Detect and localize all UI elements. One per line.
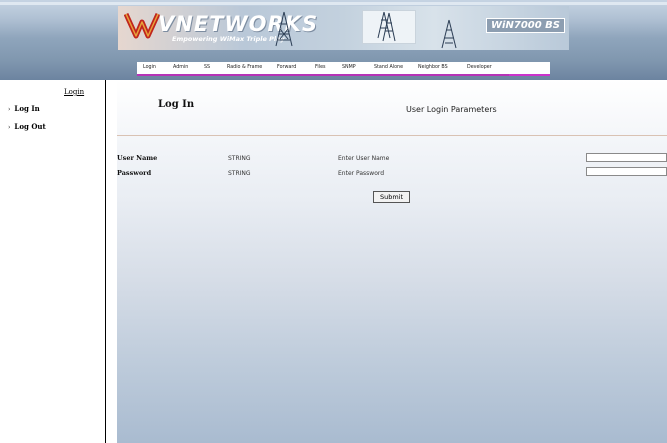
page-title: Log In xyxy=(158,99,195,110)
banner: VNETWORKS Empowering WiMax Triple Play W… xyxy=(118,6,569,50)
sidebar-item-label: Log In xyxy=(14,104,40,113)
username-label: User Name xyxy=(117,154,158,162)
password-type: STRING xyxy=(228,170,251,177)
nav-snmp[interactable]: SNMP xyxy=(342,65,356,70)
username-hint: Enter User Name xyxy=(338,155,390,162)
password-hint: Enter Password xyxy=(338,170,385,177)
nav-files[interactable]: Files xyxy=(315,65,326,70)
chevron-right-icon: › xyxy=(8,106,11,113)
logo-tagline: Empowering WiMax Triple Play xyxy=(172,35,285,43)
divider xyxy=(117,135,667,136)
product-label: WiN7000 BS xyxy=(486,18,565,33)
sidebar-title-link[interactable]: Login xyxy=(64,88,84,96)
page-subtitle: User Login Parameters xyxy=(406,105,497,114)
logo-wave-icon xyxy=(124,12,160,39)
nav-forward[interactable]: Forward xyxy=(277,65,296,70)
header-band: VNETWORKS Empowering WiMax Triple Play W… xyxy=(0,0,667,80)
sidebar: Login › Log In › Log Out xyxy=(0,80,106,443)
sidebar-item-label: Log Out xyxy=(14,122,46,131)
tower-icon xyxy=(275,11,293,47)
sidebar-item-log-out[interactable]: › Log Out xyxy=(8,122,46,131)
chevron-right-icon: › xyxy=(8,124,11,131)
nav-admin[interactable]: Admin xyxy=(173,65,188,70)
nav-developer[interactable]: Developer xyxy=(467,65,492,70)
password-label: Password xyxy=(117,169,152,177)
nav-accent-bar xyxy=(509,74,550,76)
top-nav: Login Admin SS Radio & Frame Forward Fil… xyxy=(137,62,550,76)
username-type: STRING xyxy=(228,155,251,162)
password-input[interactable] xyxy=(586,167,667,176)
nav-accent-bar xyxy=(137,74,550,76)
nav-neighbor-bs[interactable]: Neighbor BS xyxy=(418,65,448,70)
nav-login[interactable]: Login xyxy=(143,65,156,70)
main-content: Log In User Login Parameters User Name S… xyxy=(117,80,667,443)
header-stripe xyxy=(0,2,667,5)
username-input[interactable] xyxy=(586,153,667,162)
tower-icon xyxy=(377,11,391,39)
submit-button[interactable]: Submit xyxy=(373,191,410,203)
nav-stand-alone[interactable]: Stand Alone xyxy=(374,65,403,70)
nav-ss[interactable]: SS xyxy=(204,65,210,70)
nav-radio-frame[interactable]: Radio & Frame xyxy=(227,65,262,70)
tower-icon xyxy=(441,19,457,49)
sidebar-item-log-in[interactable]: › Log In xyxy=(8,104,40,113)
